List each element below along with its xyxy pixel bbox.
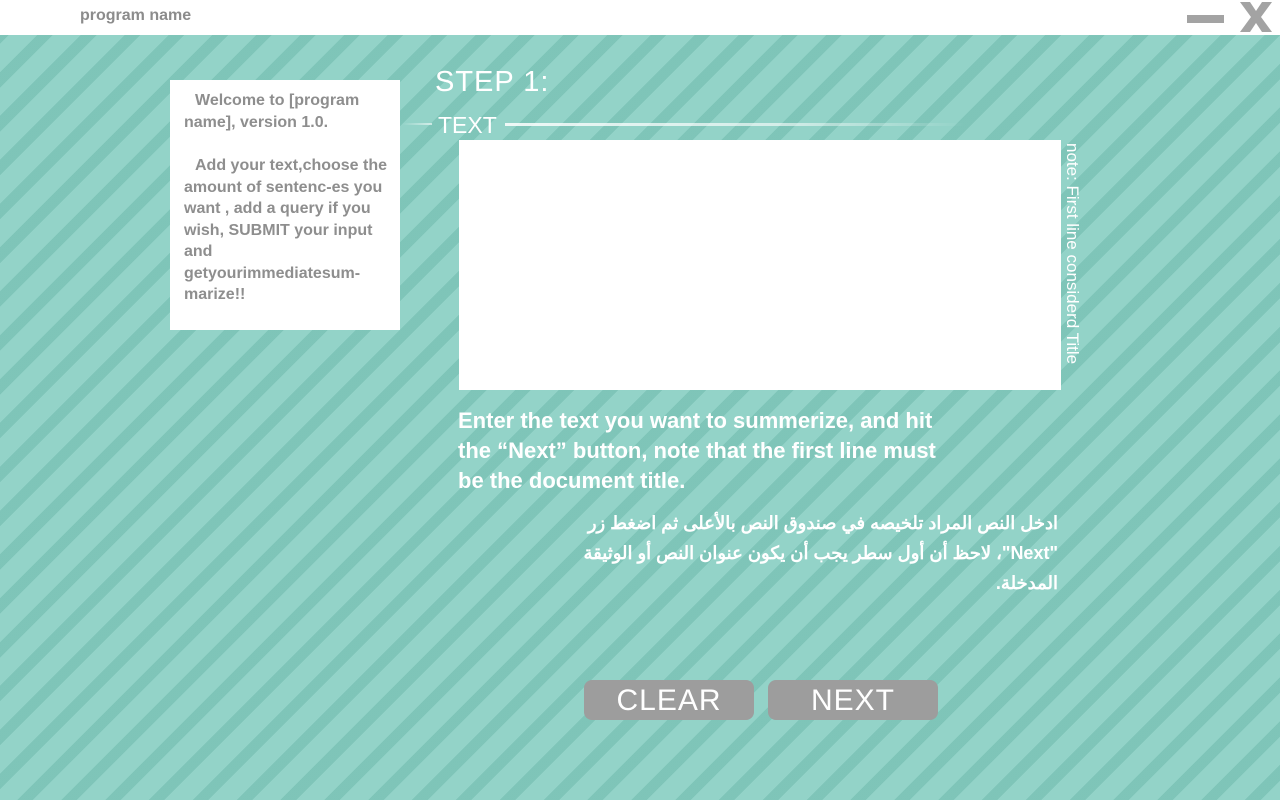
clear-button[interactable]: CLEAR [584,680,754,720]
instructions-arabic: ادخل النص المراد تلخيصه في صندوق النص با… [583,513,1059,593]
instructions-english: Enter the text you want to summerize, an… [458,408,936,493]
close-button[interactable] [1238,1,1274,33]
close-icon [1240,2,1272,32]
minimize-icon [1187,15,1224,23]
section-divider [505,123,965,126]
welcome-body: Add your text,choose the amount of sente… [184,157,388,303]
section-label-text: TEXT [438,112,497,138]
title-bar: program name [0,0,1280,35]
minimize-button[interactable] [1184,9,1226,29]
next-button[interactable]: NEXT [768,680,938,720]
title-note: note: First line considerd Title [1063,143,1082,365]
welcome-intro: Welcome to [program name], version 1.0. [184,92,360,131]
app-name: program name [80,7,192,24]
divider-left [402,123,432,125]
document-text-input[interactable] [459,140,1061,390]
welcome-panel: Welcome to [program name], version 1.0. … [170,80,400,330]
step-title: STEP 1: [435,66,550,98]
